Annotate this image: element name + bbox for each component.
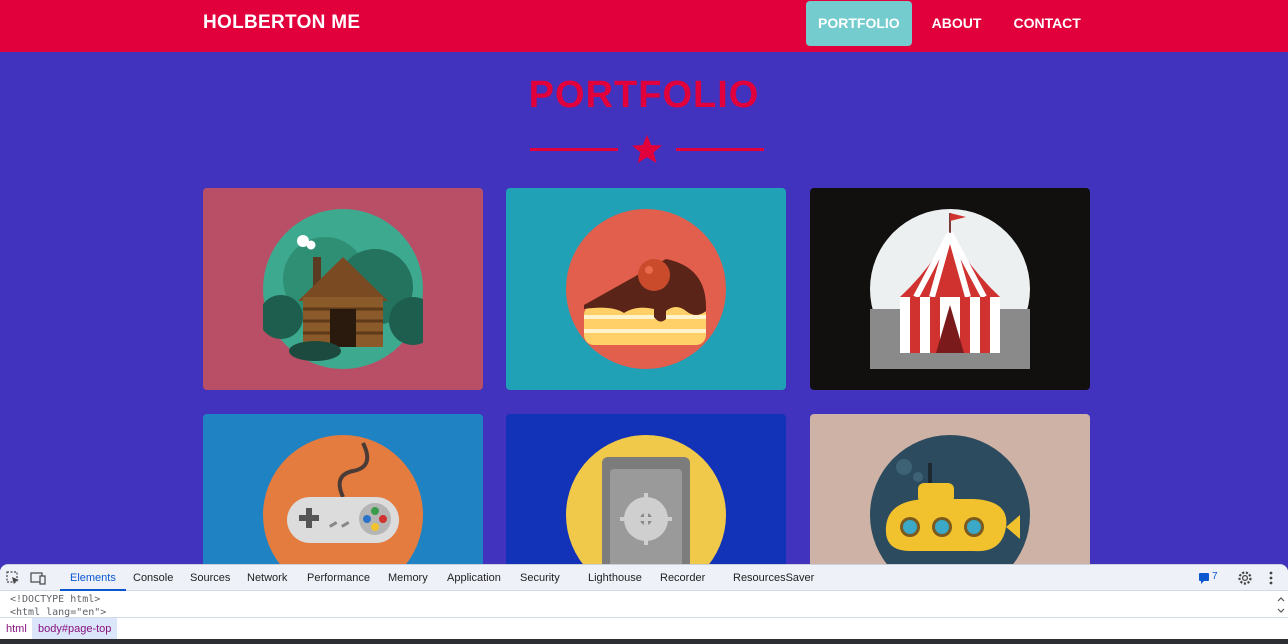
devtools-tab-network[interactable]: Network xyxy=(247,565,287,591)
nav-link-about[interactable]: ABOUT xyxy=(920,1,994,46)
divider-line-right xyxy=(676,148,764,151)
breadcrumb-item-html[interactable]: html xyxy=(0,618,33,640)
devtools-tab-recorder[interactable]: Recorder xyxy=(660,565,705,591)
devtools-tab-sources[interactable]: Sources xyxy=(190,565,230,591)
nav-links: PORTFOLIO ABOUT CONTACT xyxy=(806,1,1101,46)
navbar: HOLBERTON ME PORTFOLIO ABOUT CONTACT xyxy=(0,0,1288,52)
devtools-tab-console[interactable]: Console xyxy=(133,565,173,591)
issues-icon[interactable] xyxy=(1198,572,1210,584)
taskbar-strip xyxy=(0,639,1288,644)
breadcrumb-item-body[interactable]: body#page-top xyxy=(32,618,118,640)
code-line-doctype: <!DOCTYPE html> xyxy=(10,594,101,605)
portfolio-item-cabin[interactable] xyxy=(203,188,483,390)
page-title: PORTFOLIO xyxy=(528,74,760,116)
devtools-tab-security[interactable]: Security xyxy=(520,565,560,591)
cake-icon xyxy=(566,209,726,369)
devtools-tab-elements[interactable]: Elements xyxy=(60,565,126,591)
devtools-tabbar: Elements Console Sources Network Perform… xyxy=(0,565,1288,591)
devtools-tab-resourcessaver[interactable]: ResourcesSaver xyxy=(733,565,814,591)
issues-count[interactable]: 7 xyxy=(1212,571,1218,582)
devtools-tab-memory[interactable]: Memory xyxy=(388,565,428,591)
star-icon xyxy=(632,135,662,163)
nav-link-contact[interactable]: CONTACT xyxy=(1001,1,1092,46)
device-toolbar-icon[interactable] xyxy=(30,570,46,586)
circus-tent-icon xyxy=(870,209,1030,369)
devtools-panel: Elements Console Sources Network Perform… xyxy=(0,564,1288,644)
divider-line-left xyxy=(530,148,618,151)
portfolio-item-cake[interactable] xyxy=(506,188,786,390)
cabin-icon xyxy=(263,209,423,369)
devtools-tab-lighthouse[interactable]: Lighthouse xyxy=(588,565,642,591)
scroll-arrows-icon[interactable] xyxy=(1277,595,1285,615)
settings-gear-icon[interactable] xyxy=(1237,570,1253,586)
more-options-icon[interactable] xyxy=(1263,570,1279,586)
brand-link[interactable]: HOLBERTON ME xyxy=(203,12,360,34)
portfolio-item-circus-tent[interactable] xyxy=(810,188,1090,390)
breadcrumb: html body#page-top xyxy=(0,617,1288,640)
nav-link-portfolio[interactable]: PORTFOLIO xyxy=(806,1,912,46)
devtools-tab-performance[interactable]: Performance xyxy=(307,565,370,591)
devtools-tab-application[interactable]: Application xyxy=(447,565,501,591)
inspect-element-icon[interactable] xyxy=(5,570,21,586)
title-divider xyxy=(530,134,764,166)
